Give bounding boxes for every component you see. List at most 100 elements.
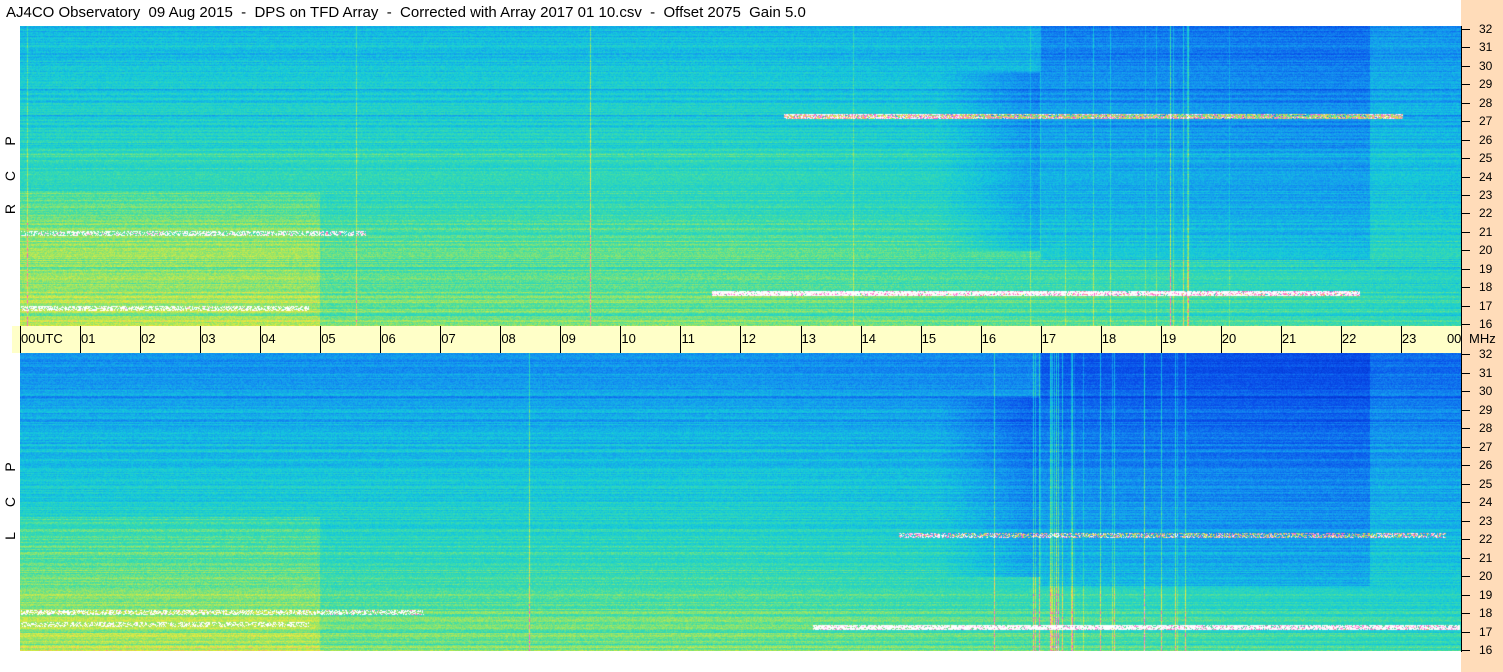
- freq-tick: [1462, 446, 1470, 448]
- lcp-letter-l: L: [2, 532, 18, 540]
- freq-tick-label: 21: [1479, 224, 1493, 239]
- freq-tick-label: 18: [1479, 280, 1493, 295]
- time-tick-label: 03: [201, 331, 216, 346]
- freq-tick-label: 27: [1479, 114, 1493, 129]
- freq-tick-label: 31: [1479, 365, 1493, 380]
- bottom-margin: [0, 651, 1461, 672]
- time-tick-label: 07: [441, 331, 456, 346]
- time-tick-label: 01: [81, 331, 96, 346]
- freq-tick-label: 23: [1479, 513, 1493, 528]
- freq-tick: [1462, 287, 1470, 289]
- time-tick-label: 11: [681, 331, 695, 346]
- time-tick-label: 05: [321, 331, 336, 346]
- freq-tick: [1462, 250, 1470, 252]
- rcp-letter-c: C: [2, 170, 18, 182]
- freq-tick-label: 19: [1479, 587, 1493, 602]
- freq-tick-label: 25: [1479, 476, 1493, 491]
- freq-tick-label: 29: [1479, 402, 1493, 417]
- time-tick-label: 06: [381, 331, 396, 346]
- time-tick-label: 22: [1341, 331, 1357, 346]
- time-tick-label: 02: [141, 331, 156, 346]
- freq-tick: [1462, 194, 1470, 196]
- freq-tick-label: 17: [1479, 624, 1493, 639]
- time-tick-label: 17: [1041, 331, 1057, 346]
- freq-tick-label: 25: [1479, 151, 1493, 166]
- freq-tick-label: 29: [1479, 77, 1493, 92]
- time-tick-label: 18: [1101, 331, 1117, 346]
- freq-tick-label: 19: [1479, 261, 1493, 276]
- mhz-label: MHz: [1469, 331, 1496, 346]
- freq-tick-label: 22: [1479, 532, 1493, 546]
- freq-tick: [1462, 176, 1470, 178]
- freq-tick: [1462, 539, 1470, 540]
- time-axis: 00 01 02 03 04 05 06 07 08 09 10 11 12 13 14 15 16 17 18 19…: [12, 326, 1463, 353]
- freq-tick: [1462, 576, 1470, 577]
- freq-tick-label: 20: [1479, 569, 1493, 583]
- freq-tick-label: 24: [1479, 495, 1493, 509]
- time-tick-label: 19: [1161, 331, 1177, 346]
- freq-tick-label: 26: [1479, 132, 1493, 147]
- lcp-spectrogram-canvas: [20, 353, 1461, 651]
- freq-tick: [1462, 213, 1470, 215]
- time-tick-label: 15: [921, 331, 937, 346]
- chart-title: AJ4CO Observatory 09 Aug 2015 - DPS on T…: [6, 4, 806, 21]
- freq-tick-label: 32: [1479, 22, 1493, 36]
- rcp-letter-r: R: [2, 203, 18, 215]
- time-tick-label: 00: [21, 331, 36, 346]
- freq-tick: [1462, 465, 1470, 466]
- freq-tick: [1462, 102, 1470, 104]
- freq-tick-label: 24: [1479, 169, 1493, 184]
- freq-tick: [1462, 324, 1470, 325]
- time-tick-label: 08: [501, 331, 516, 346]
- freq-tick: [1462, 231, 1470, 233]
- freq-tick: [1462, 158, 1470, 160]
- freq-tick-label: 16: [1479, 317, 1493, 331]
- time-tick-label: 04: [261, 331, 276, 346]
- freq-tick: [1462, 354, 1470, 355]
- time-tick-label: 14: [861, 331, 877, 346]
- freq-tick-label: 21: [1479, 550, 1493, 565]
- freq-tick-label: 23: [1479, 187, 1493, 202]
- freq-tick: [1462, 139, 1470, 141]
- lcp-letter-c: C: [2, 496, 18, 508]
- freq-tick: [1462, 65, 1470, 67]
- freq-tick-label: 16: [1479, 643, 1493, 657]
- freq-tick: [1462, 391, 1470, 392]
- freq-tick-label: 22: [1479, 206, 1493, 221]
- freq-tick: [1462, 372, 1470, 374]
- time-tick-label: 10: [621, 331, 636, 346]
- freq-tick: [1462, 631, 1470, 633]
- freq-tick-label: 17: [1479, 298, 1493, 313]
- freq-tick: [1462, 502, 1470, 503]
- freq-tick-label: 30: [1479, 58, 1493, 73]
- time-tick-label: 21: [1281, 331, 1297, 346]
- time-tick-label: 20: [1221, 331, 1237, 346]
- freq-tick-label: 30: [1479, 384, 1493, 398]
- freq-tick: [1462, 650, 1470, 651]
- frequency-axis: 32 31 30 29 28 27 26 25 24 23 22 21 20 19 18 17 16 32 31 30…: [1461, 0, 1503, 672]
- time-tick-label: 13: [801, 331, 816, 346]
- lcp-spectrogram: [20, 353, 1461, 651]
- freq-tick: [1462, 613, 1470, 614]
- utc-label: UTC: [36, 331, 63, 346]
- rcp-spectrogram: [20, 26, 1461, 326]
- time-tick-label: 23: [1401, 331, 1417, 346]
- freq-tick-label: 27: [1479, 439, 1493, 454]
- time-tick-label: 12: [741, 331, 756, 346]
- freq-tick: [1462, 483, 1470, 485]
- freq-tick: [1462, 121, 1470, 123]
- frequency-axis-line: [1461, 26, 1462, 652]
- freq-tick-label: 28: [1479, 95, 1493, 110]
- lcp-letter-p: P: [2, 462, 18, 472]
- time-tick-label: 16: [981, 331, 997, 346]
- freq-tick-label: 32: [1479, 347, 1493, 361]
- rcp-spectrogram-canvas: [20, 26, 1461, 326]
- freq-tick: [1462, 305, 1470, 307]
- freq-tick: [1462, 557, 1470, 559]
- freq-tick: [1462, 594, 1470, 596]
- freq-tick-label: 18: [1479, 606, 1493, 620]
- freq-tick: [1462, 409, 1470, 411]
- freq-tick-label: 26: [1479, 458, 1493, 472]
- freq-tick: [1462, 84, 1470, 86]
- freq-tick-label: 20: [1479, 243, 1493, 258]
